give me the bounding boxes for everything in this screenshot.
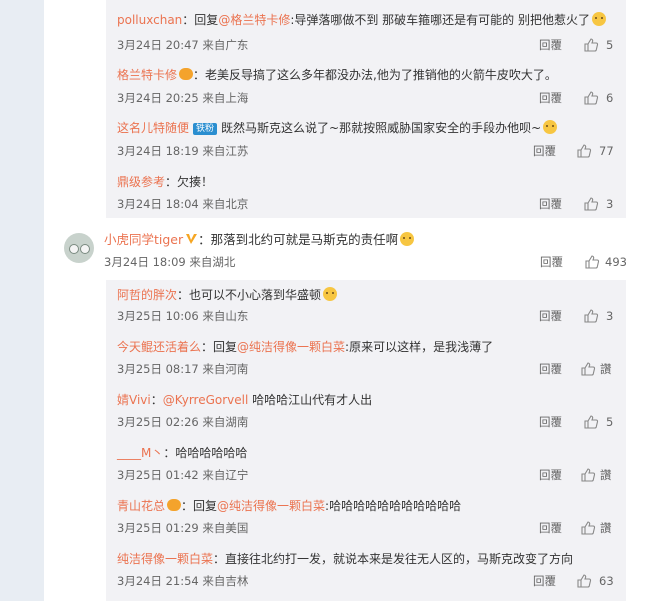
thumbs-up-icon[interactable] xyxy=(576,143,592,159)
comment-text: 小虎同学tiger ：那落到北约可就是马斯克的责任啊 xyxy=(104,232,415,248)
reply-time: 3月25日 02:26 来自湖南 xyxy=(117,415,249,429)
reply-author[interactable]: 鼎级参考 xyxy=(117,175,165,189)
reply-author[interactable]: 纯洁得像一颗白菜 xyxy=(117,552,213,566)
reply-button[interactable]: 回覆 xyxy=(539,308,562,324)
reply-button[interactable]: 回覆 xyxy=(533,143,556,159)
mention-link[interactable]: @纯洁得像一颗白菜 xyxy=(217,499,325,513)
reply-time: 3月24日 18:04 来自北京 xyxy=(117,197,249,211)
emoji-icon xyxy=(323,287,338,301)
reply-text: 阿哲的胖次：也可以不小心落到华盛顿 xyxy=(117,287,338,303)
reply-text: 格兰特卡修 ：老美反导搞了这么多年都没办法,他为了推销他的火箭牛皮吹大了。 xyxy=(117,68,557,82)
reply-button[interactable]: 回覆 xyxy=(540,254,563,270)
thumbs-up-icon[interactable] xyxy=(576,573,592,589)
reply-time: 3月25日 01:29 来自美国 xyxy=(117,521,249,535)
reply-time: 3月24日 20:47 来自广东 xyxy=(117,38,249,52)
emoji-icon xyxy=(592,12,607,26)
comment-author[interactable]: 小虎同学tiger xyxy=(104,232,183,247)
reply-text: 青山花总 ：回复@纯洁得像一颗白菜:哈哈哈哈哈哈哈哈哈哈哈 xyxy=(117,499,462,513)
like-label[interactable]: 讚 xyxy=(600,361,612,377)
thumbs-up-icon[interactable] xyxy=(583,90,599,106)
reply-text: 这名儿特随便 铁粉 既然马斯克这么说了~那就按照威胁国家安全的手段办他呗~ xyxy=(117,120,558,136)
avatar[interactable] xyxy=(64,233,94,263)
mention-link[interactable]: @KyrreGorvell xyxy=(163,393,249,407)
reply-author[interactable]: 青山花总 xyxy=(117,499,165,513)
reply-button[interactable]: 回覆 xyxy=(539,361,562,377)
like-count: 63 xyxy=(599,574,614,588)
reply-button[interactable]: 回覆 xyxy=(539,37,562,53)
thumbs-up-icon[interactable] xyxy=(584,254,600,270)
like-count: 6 xyxy=(606,91,614,105)
reply-author[interactable]: 阿哲的胖次 xyxy=(117,288,177,302)
mention-link[interactable]: @纯洁得像一颗白菜 xyxy=(237,340,345,354)
reply-button[interactable]: 回覆 xyxy=(539,414,562,430)
reply-button[interactable]: 回覆 xyxy=(539,90,562,106)
reply-author[interactable]: 今天鲲还活着么 xyxy=(117,340,201,354)
reply-author[interactable]: 格兰特卡修 xyxy=(117,68,177,82)
verified-v-icon xyxy=(186,234,198,244)
like-count: 3 xyxy=(606,309,614,323)
like-count: 493 xyxy=(605,255,627,269)
emoji-icon xyxy=(543,120,558,134)
reply-text: 今天鲲还活着么：回复@纯洁得像一颗白菜:原来可以这样，是我浅薄了 xyxy=(117,340,494,354)
level-badge-icon xyxy=(179,68,194,80)
reply-time: 3月24日 20:25 来自上海 xyxy=(117,91,249,105)
reply-button[interactable]: 回覆 xyxy=(539,520,562,536)
fan-badge: 铁粉 xyxy=(193,123,218,135)
comment-time: 3月24日 18:09 来自湖北 xyxy=(104,255,236,269)
level-badge-icon xyxy=(167,499,182,511)
reply-button[interactable]: 回覆 xyxy=(539,467,562,483)
reply-time: 3月25日 01:42 来自辽宁 xyxy=(117,468,249,482)
reply-button[interactable]: 回覆 xyxy=(533,573,556,589)
reply-author[interactable]: polluxchan xyxy=(117,13,182,27)
thumbs-up-icon[interactable] xyxy=(583,37,599,53)
reply-author[interactable]: ____M丶 xyxy=(117,446,163,460)
like-label[interactable]: 讚 xyxy=(600,467,612,483)
emoji-icon xyxy=(400,232,415,246)
reply-author[interactable]: 这名儿特随便 xyxy=(117,121,189,135)
reply-time: 3月25日 10:06 来自山东 xyxy=(117,309,249,323)
reply-time: 3月25日 08:17 来自河南 xyxy=(117,362,249,376)
thumbs-up-icon[interactable] xyxy=(580,361,596,377)
thumbs-up-icon[interactable] xyxy=(580,467,596,483)
reply-text: polluxchan：回复@格兰特卡修:导弹落哪做不到 那破车箍哪还是有可能的 … xyxy=(117,12,607,28)
like-count: 3 xyxy=(606,197,614,211)
mention-link[interactable]: @格兰特卡修 xyxy=(218,13,290,27)
reply-author[interactable]: 婧Vivi xyxy=(117,393,151,407)
reply-text: 鼎级参考：欠揍！ xyxy=(117,175,214,189)
like-label[interactable]: 讚 xyxy=(600,520,612,536)
like-count: 5 xyxy=(606,38,614,52)
thumbs-up-icon[interactable] xyxy=(580,520,596,536)
like-count: 77 xyxy=(599,144,614,158)
like-count: 5 xyxy=(606,415,614,429)
thumbs-up-icon[interactable] xyxy=(583,308,599,324)
reply-text: ____M丶：哈哈哈哈哈哈 xyxy=(117,446,248,460)
reply-text: 纯洁得像一颗白菜：直接往北约打一发，就说本来是发往无人区的，马斯克改变了方向 xyxy=(117,552,574,566)
reply-text: 婧Vivi：@KyrreGorvell 哈哈哈江山代有才人出 xyxy=(117,393,373,407)
thumbs-up-icon[interactable] xyxy=(583,196,599,212)
reply-time: 3月24日 18:19 来自江苏 xyxy=(117,144,249,158)
reply-time: 3月24日 21:54 来自吉林 xyxy=(117,574,249,588)
thumbs-up-icon[interactable] xyxy=(583,414,599,430)
reply-button[interactable]: 回覆 xyxy=(539,196,562,212)
